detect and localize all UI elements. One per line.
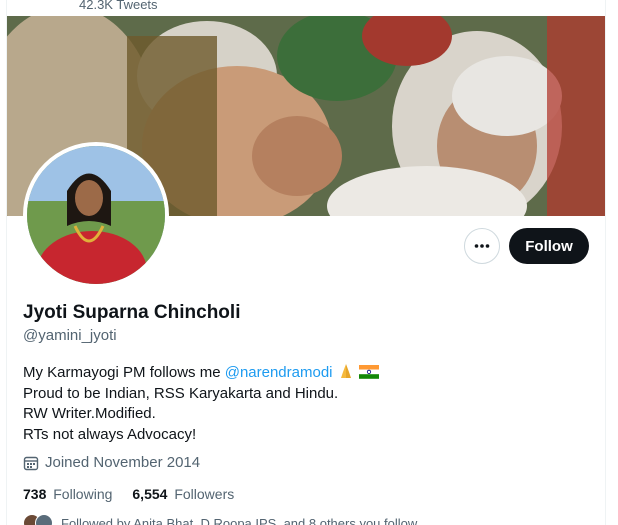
joined-date: Joined November 2014	[23, 454, 200, 471]
follow-stats: 738 Following 6,554 Followers	[23, 486, 254, 502]
follower-avatar	[35, 514, 53, 525]
bio-line-1: My Karmayogi PM follows me @narendramodi	[23, 362, 583, 384]
followed-by-text: Followed by Anita Bhat, D Roopa IPS, and…	[61, 515, 418, 525]
bio-line-2: Proud to be Indian, RSS Karyakarta and H…	[23, 384, 339, 402]
more-icon	[474, 244, 490, 248]
india-flag-emoji	[358, 365, 379, 379]
joined-text: Joined November 2014	[45, 454, 201, 471]
bio-line-3: RW Writer.Modified.	[23, 405, 156, 422]
followers-label: Followers	[174, 486, 235, 502]
bio-line-4: RTs not always Advocacy!	[23, 425, 197, 443]
folded-hands-emoji	[340, 364, 351, 378]
following-label: Following	[53, 486, 113, 502]
following-count: 738	[23, 486, 47, 502]
mention-link[interactable]: @narendramodi	[225, 364, 333, 381]
profile-handle: @yamini_jyoti	[23, 327, 117, 344]
profile-name: Jyoti Suparna Chincholi	[23, 302, 241, 323]
profile-column: 42.3K Tweets Follow Jyoti Suparna Chinch…	[6, 0, 606, 525]
follow-button[interactable]: Follow	[509, 228, 589, 264]
following-link[interactable]: 738 Following	[23, 486, 112, 502]
profile-bio: My Karmayogi PM follows me @narendramodi…	[23, 362, 583, 445]
tweet-count: 42.3K Tweets	[79, 0, 158, 12]
profile-avatar[interactable]	[23, 142, 169, 288]
bio-line-1-text: My Karmayogi PM follows me	[23, 364, 225, 381]
avatar-photo	[27, 146, 165, 284]
calendar-icon	[23, 456, 39, 470]
more-button[interactable]	[464, 228, 500, 264]
followed-by[interactable]: Followed by Anita Bhat, D Roopa IPS, and…	[23, 514, 417, 525]
followers-link[interactable]: 6,554 Followers	[132, 486, 234, 502]
top-bar: 42.3K Tweets	[7, 0, 605, 16]
followers-count: 6,554	[132, 486, 168, 502]
